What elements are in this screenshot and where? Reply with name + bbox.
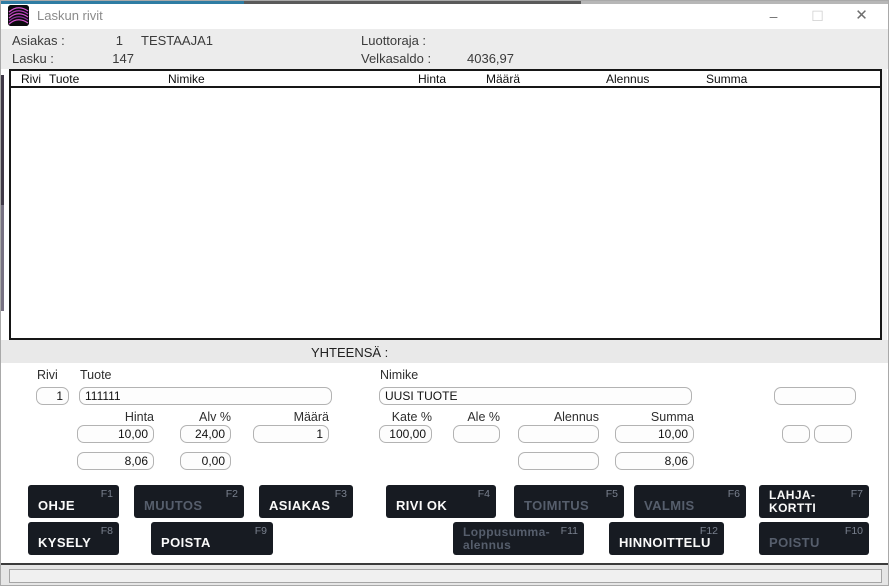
alv-label: Alv % [180, 410, 231, 424]
background-window-edge [1, 75, 4, 311]
alennus-label: Alennus [518, 410, 599, 424]
maara-input[interactable] [253, 425, 329, 443]
invoice-label: Lasku : [12, 51, 54, 66]
poistu-button[interactable]: POISTU F10 [759, 522, 869, 555]
aux-field-1[interactable] [782, 425, 810, 443]
summa-label: Summa [615, 410, 694, 424]
invoice-header-panel: Asiakas : 1 TESTAAJA1 Lasku : 147 Luotto… [1, 29, 888, 69]
row-edit-form: Rivi Tuote Nimike Hinta Alv % Määrä Kate… [1, 363, 888, 480]
column-header-maara: Määrä [486, 72, 520, 86]
aux-field-2[interactable] [814, 425, 852, 443]
total-label: YHTEENSÄ : [311, 345, 388, 360]
column-header-rivi: Rivi [21, 72, 41, 86]
status-bar-panel [9, 569, 882, 583]
minimize-icon[interactable]: – [751, 4, 796, 29]
title-bar: Laskun rivit – ☐ ✕ [1, 4, 888, 29]
debt-balance-value: 4036,97 [426, 51, 514, 66]
loppusumma-alennus-button[interactable]: Loppusumma- alennus F11 [453, 522, 584, 555]
alennus-net-input[interactable] [518, 452, 599, 470]
ohje-button[interactable]: OHJE F1 [28, 485, 119, 518]
close-icon[interactable]: ✕ [839, 4, 884, 29]
poista-button[interactable]: POISTA F9 [151, 522, 273, 555]
invoice-rows-window: Laskun rivit – ☐ ✕ Asiakas : 1 TESTAAJA1… [0, 0, 889, 586]
app-icon [8, 5, 29, 26]
summa-net-input[interactable] [615, 452, 694, 470]
status-bar [1, 565, 888, 586]
hinta-net-input[interactable] [77, 452, 154, 470]
lahjakortti-button[interactable]: LAHJA- KORTTI F7 [759, 485, 869, 518]
table-body-empty[interactable] [11, 90, 880, 338]
rivi-input[interactable] [36, 387, 69, 405]
tuote-input[interactable] [79, 387, 332, 405]
total-strip: YHTEENSÄ : [1, 340, 888, 363]
nimike-label: Nimike [380, 368, 418, 382]
toimitus-button[interactable]: TOIMITUS F5 [514, 485, 624, 518]
invoice-number: 147 [101, 51, 134, 66]
summa-input[interactable] [615, 425, 694, 443]
hinta-input[interactable] [77, 425, 154, 443]
column-header-nimike: Nimike [168, 72, 205, 86]
asiakas-button[interactable]: ASIAKAS F3 [259, 485, 353, 518]
kate-input[interactable] [379, 425, 432, 443]
table-header-row: Rivi Tuote Nimike Hinta Määrä Alennus Su… [11, 71, 880, 88]
alv-input[interactable] [180, 425, 231, 443]
customer-number: 1 [101, 33, 123, 48]
rivi-label: Rivi [37, 368, 58, 382]
kysely-button[interactable]: KYSELY F8 [28, 522, 119, 555]
alennus-input[interactable] [518, 425, 599, 443]
tuote-label: Tuote [80, 368, 112, 382]
aux-top-field[interactable] [774, 387, 856, 405]
kate-label: Kate % [379, 410, 432, 424]
function-button-bar: OHJE F1 MUUTOS F2 ASIAKAS F3 RIVI OK F4 … [1, 480, 888, 563]
invoice-rows-table[interactable]: Rivi Tuote Nimike Hinta Määrä Alennus Su… [9, 69, 882, 340]
ale-label: Ale % [453, 410, 500, 424]
column-header-hinta: Hinta [381, 72, 446, 86]
maximize-icon[interactable]: ☐ [795, 4, 840, 29]
ale-input[interactable] [453, 425, 500, 443]
column-header-alennus: Alennus [606, 72, 649, 86]
column-header-summa: Summa [706, 72, 747, 86]
window-title: Laskun rivit [37, 8, 103, 23]
debt-balance-label: Velkasaldo : [361, 51, 431, 66]
nimike-input[interactable] [379, 387, 692, 405]
customer-label: Asiakas : [12, 33, 65, 48]
credit-limit-label: Luottoraja : [361, 33, 426, 48]
column-header-tuote: Tuote [49, 72, 79, 86]
valmis-button[interactable]: VALMIS F6 [634, 485, 746, 518]
hinnoittelu-button[interactable]: HINNOITTELU F12 [609, 522, 724, 555]
hinta-label: Hinta [77, 410, 154, 424]
alv-amount-input[interactable] [180, 452, 231, 470]
customer-name: TESTAAJA1 [141, 33, 213, 48]
rivi-ok-button[interactable]: RIVI OK F4 [386, 485, 496, 518]
maara-label: Määrä [253, 410, 329, 424]
muutos-button[interactable]: MUUTOS F2 [134, 485, 244, 518]
